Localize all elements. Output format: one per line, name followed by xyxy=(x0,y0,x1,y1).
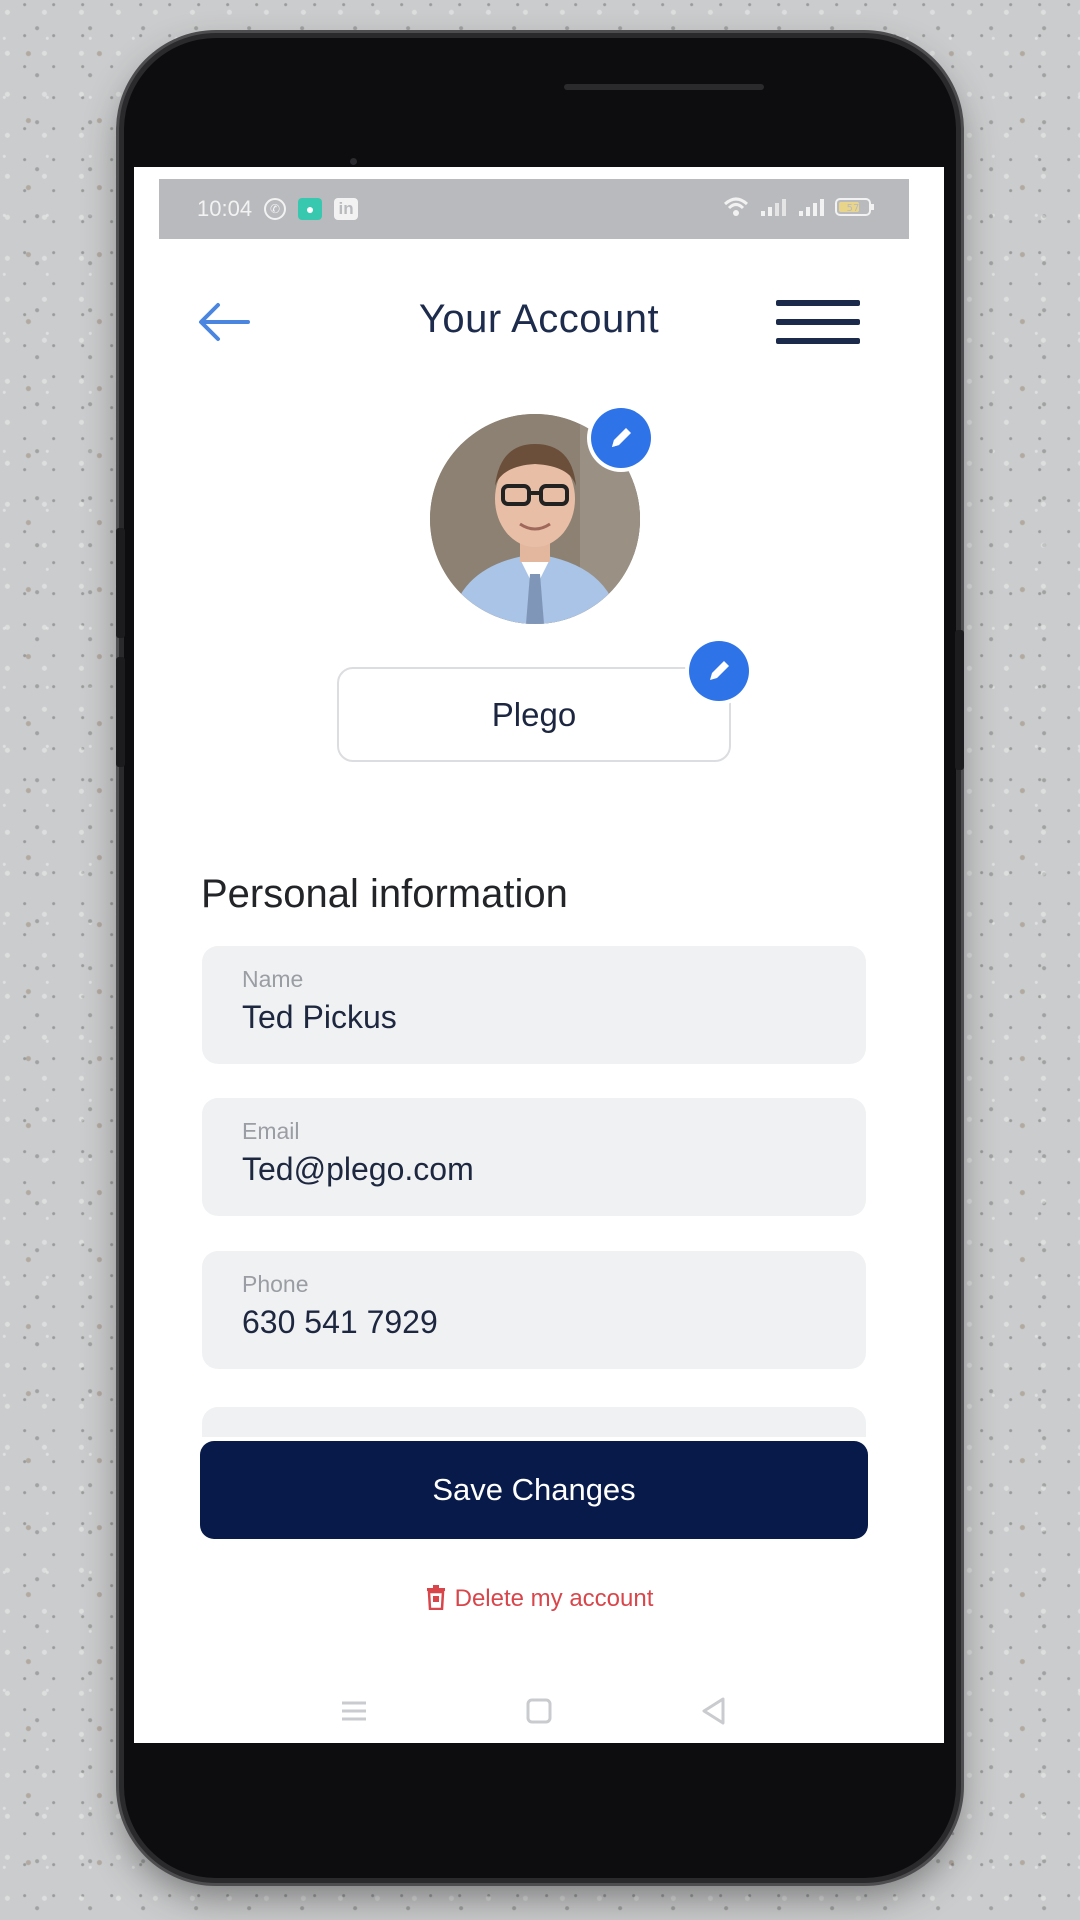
delete-account-link[interactable]: Delete my account xyxy=(134,1584,944,1613)
phone-field-value: 630 541 7929 xyxy=(242,1304,438,1340)
front-camera xyxy=(350,158,357,165)
app-screen: 10:04 ✆ ● in 57 Your Account Plego Perso… xyxy=(134,167,944,1743)
email-field[interactable]: Email Ted@plego.com xyxy=(202,1098,866,1216)
edit-company-button[interactable] xyxy=(689,641,749,701)
battery-icon: 57 xyxy=(835,198,874,216)
pencil-icon xyxy=(710,661,729,680)
battery-level: 57 xyxy=(847,203,860,214)
home-icon xyxy=(526,1698,552,1724)
email-field-value: Ted@plego.com xyxy=(242,1151,474,1187)
back-icon xyxy=(702,1697,725,1725)
name-field-label: Name xyxy=(242,966,304,992)
system-nav-bar xyxy=(134,1681,944,1741)
phone-field-label: Phone xyxy=(242,1271,309,1297)
linkedin-icon: in xyxy=(334,198,359,220)
save-changes-button[interactable]: Save Changes xyxy=(200,1441,868,1539)
home-button[interactable] xyxy=(519,1691,559,1731)
email-field-label: Email xyxy=(242,1118,300,1144)
next-field-peek[interactable] xyxy=(202,1407,866,1437)
signal-icon xyxy=(761,199,786,216)
delete-account-label: Delete my account xyxy=(454,1585,654,1612)
speaker-grille xyxy=(564,84,764,90)
phone-field[interactable]: Phone 630 541 7929 xyxy=(202,1251,866,1369)
system-back-button[interactable] xyxy=(694,1691,734,1731)
whatsapp-icon: ✆ xyxy=(264,198,287,220)
trash-icon xyxy=(426,1585,445,1610)
volume-down-button xyxy=(116,657,125,767)
power-button xyxy=(955,630,964,770)
chat-app-icon: ● xyxy=(298,198,323,220)
company-name: Plego xyxy=(491,696,577,733)
signal-icon xyxy=(799,199,824,216)
profile-avatar-container xyxy=(430,408,651,624)
section-title-personal-information: Personal information xyxy=(201,872,568,916)
menu-button[interactable] xyxy=(774,292,864,352)
app-header: Your Account xyxy=(134,267,944,377)
company-name-field[interactable]: Plego xyxy=(337,667,731,762)
name-field[interactable]: Name Ted Pickus xyxy=(202,946,866,1064)
name-field-value: Ted Pickus xyxy=(242,999,397,1035)
pencil-icon xyxy=(612,428,631,447)
wifi-icon xyxy=(723,197,749,216)
volume-up-button xyxy=(116,528,125,638)
recents-icon xyxy=(342,1701,366,1721)
status-bar: 10:04 ✆ ● in 57 xyxy=(159,179,909,239)
status-time: 10:04 xyxy=(197,196,253,221)
recents-button[interactable] xyxy=(334,1691,374,1731)
edit-avatar-button[interactable] xyxy=(591,408,651,468)
